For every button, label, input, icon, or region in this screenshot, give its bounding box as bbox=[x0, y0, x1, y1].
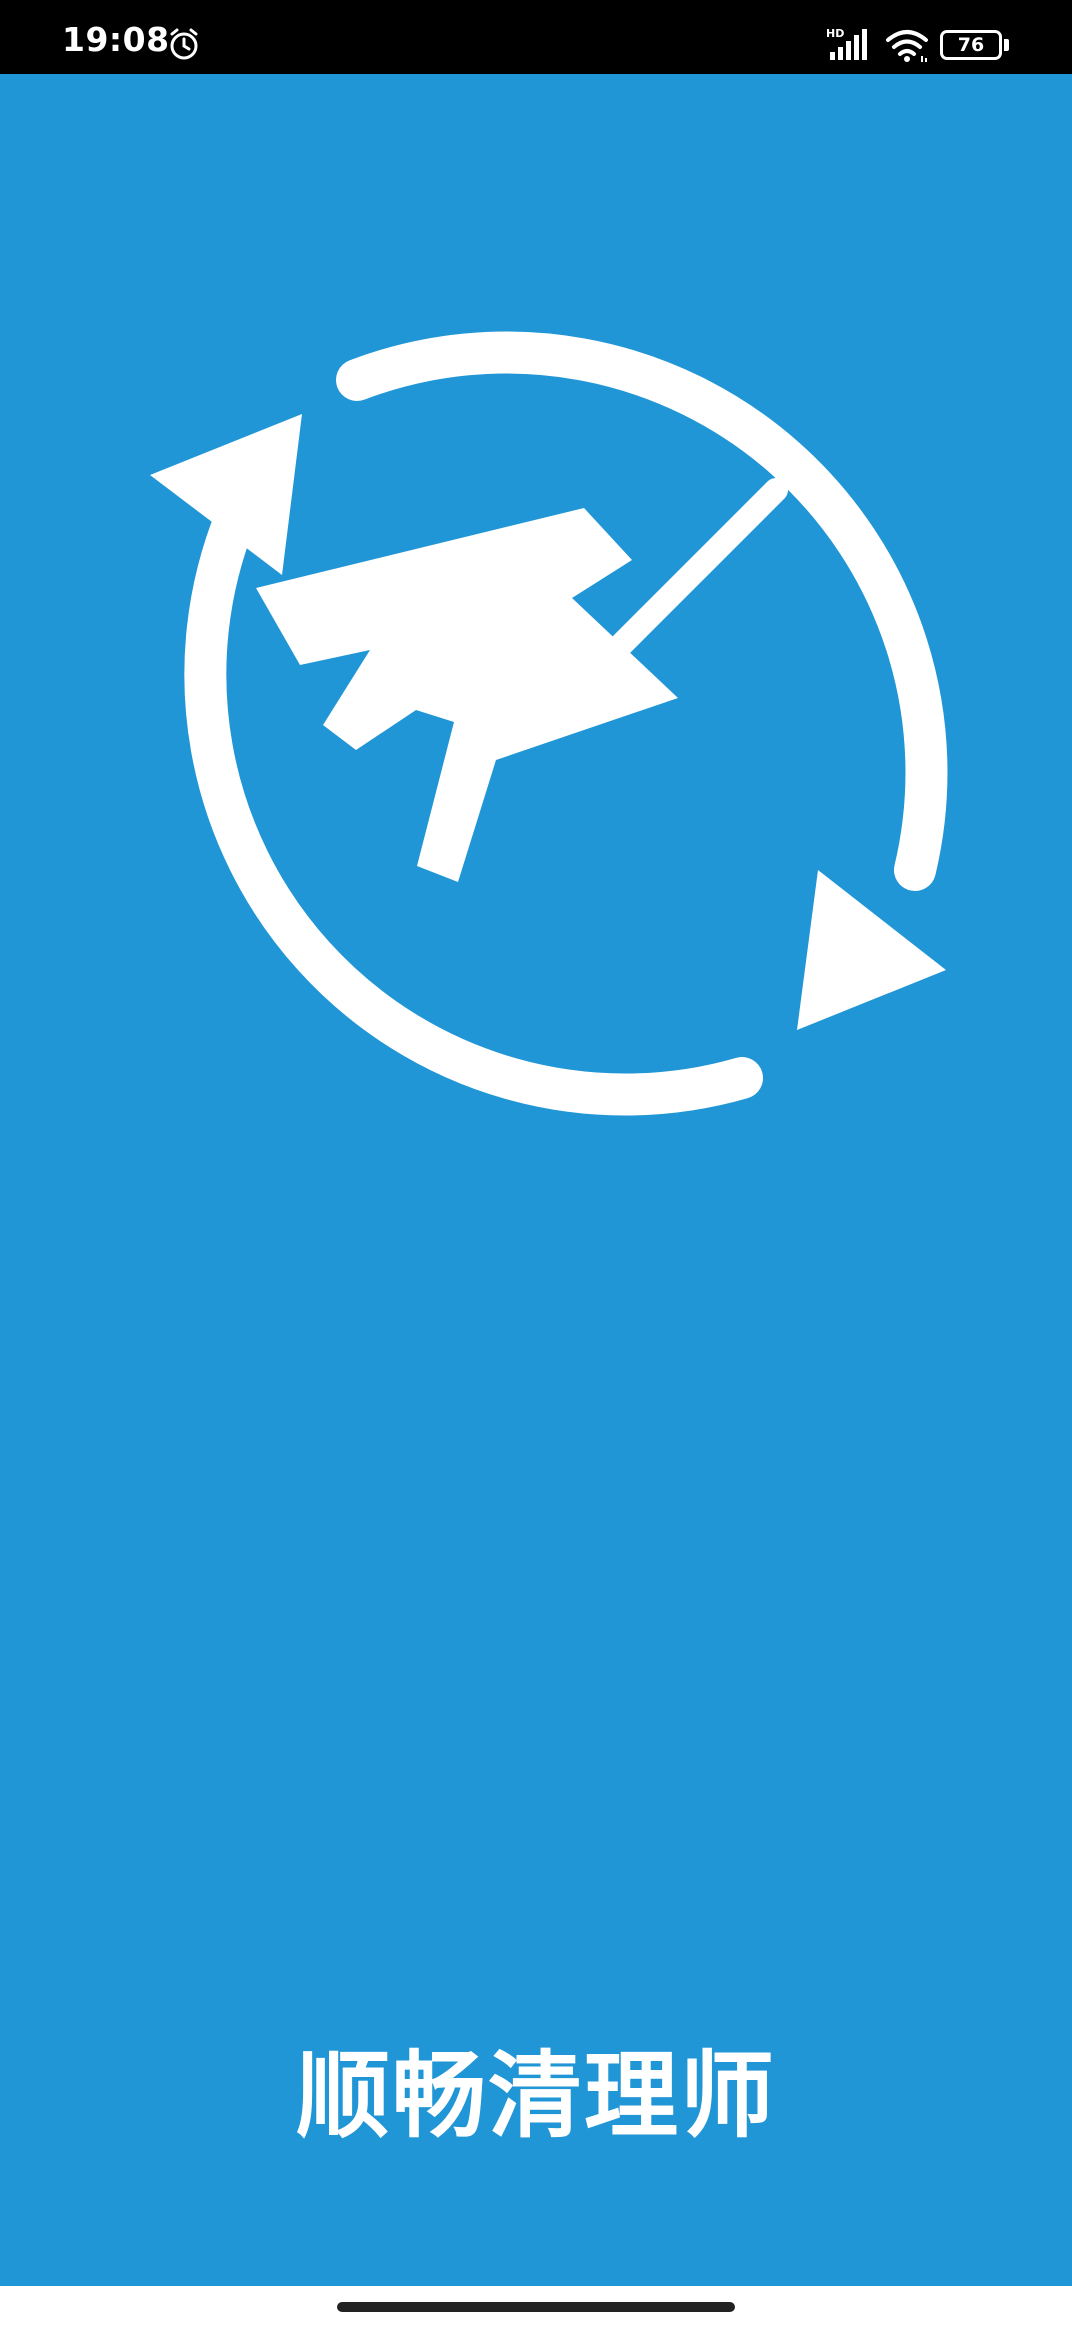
wifi-icon bbox=[886, 30, 928, 62]
app-name: 顺畅清理师 bbox=[295, 2042, 776, 2151]
battery-icon: 76 bbox=[940, 30, 1012, 62]
broom-refresh-icon bbox=[150, 331, 948, 1116]
alarm-icon bbox=[170, 28, 198, 60]
status-bar: 19:08 HD 76 bbox=[0, 0, 1072, 74]
home-indicator[interactable] bbox=[337, 2302, 735, 2312]
splash-screen: 19:08 HD 76 顺畅清理师 bbox=[0, 0, 1072, 2332]
network-type-label: HD bbox=[826, 27, 844, 40]
status-time: 19:08 bbox=[62, 20, 170, 59]
battery-level: 76 bbox=[957, 34, 985, 56]
signal-icon: HD bbox=[826, 27, 867, 60]
